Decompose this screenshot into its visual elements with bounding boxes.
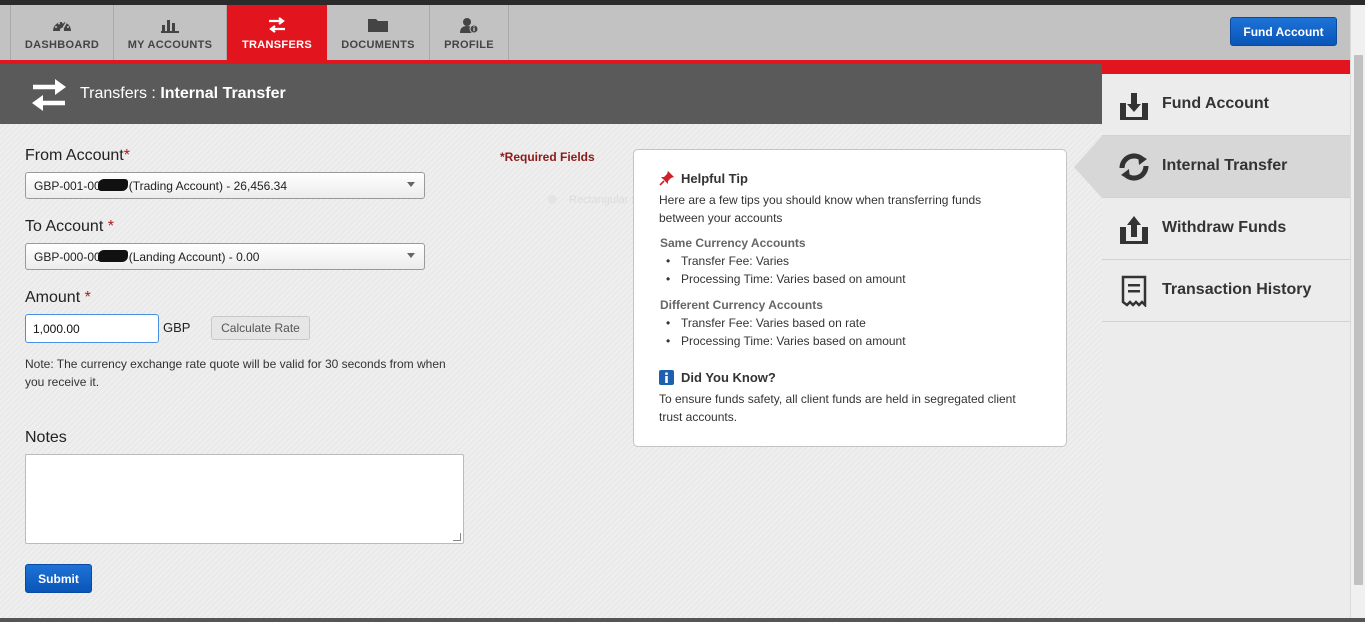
receipt-history-icon	[1121, 275, 1147, 307]
transfer-arrows-icon	[32, 79, 66, 111]
from-account-label-text: From Account	[25, 147, 124, 164]
internal-transfer-icon	[1119, 153, 1149, 181]
fund-account-button[interactable]: Fund Account	[1230, 17, 1337, 46]
user-info-icon	[460, 18, 479, 33]
scrollbar-thumb[interactable]	[1354, 55, 1363, 585]
top-navigation: DASHBOARD MY ACCOUNTS TRANSFERS DOCUMENT…	[0, 5, 1350, 66]
folder-icon	[368, 19, 388, 32]
tab-dashboard[interactable]: DASHBOARD	[10, 5, 114, 60]
calculate-rate-button[interactable]: Calculate Rate	[211, 316, 310, 340]
sidebar-item-label: Withdraw Funds	[1162, 219, 1287, 236]
breadcrumb-separator: :	[146, 85, 161, 102]
pushpin-icon	[659, 171, 674, 186]
from-account-prefix: GBP-001-00	[34, 179, 101, 193]
bottom-border	[0, 618, 1365, 622]
tab-documents[interactable]: DOCUMENTS	[327, 5, 430, 60]
tab-my-accounts[interactable]: MY ACCOUNTS	[114, 5, 227, 60]
transfer-arrows-icon	[269, 17, 285, 33]
tab-documents-label: DOCUMENTS	[341, 39, 415, 51]
from-account-select[interactable]: GBP-001-00 (Trading Account) - 26,456.34	[25, 172, 425, 199]
list-item: Transfer Fee: Varies based on rate	[666, 316, 866, 330]
did-you-know-text: To ensure funds safety, all client funds…	[659, 392, 1016, 424]
to-account-label-text: To Account	[25, 218, 108, 235]
page-title: Transfers : Internal Transfer	[80, 85, 286, 103]
radio-dot-icon	[548, 195, 557, 204]
sidebar-accent-bar	[1102, 64, 1350, 74]
notes-label: Notes	[25, 429, 67, 446]
tip-intro: Here are a few tips you should know when…	[659, 193, 982, 225]
currency-label: GBP	[163, 320, 191, 335]
different-currency-heading: Different Currency Accounts	[660, 298, 823, 312]
to-account-label: To Account *	[25, 218, 114, 236]
list-item: Processing Time: Varies based on amount	[666, 334, 906, 348]
dashboard-gauge-icon	[53, 21, 71, 32]
tab-dashboard-label: DASHBOARD	[24, 39, 100, 51]
amount-label: Amount *	[25, 289, 91, 307]
list-item: Transfer Fee: Varies	[666, 254, 789, 268]
from-account-suffix: (Trading Account) - 26,456.34	[128, 179, 288, 193]
required-marker: *	[123, 147, 130, 164]
resize-handle[interactable]	[453, 533, 461, 541]
required-marker: *	[84, 289, 91, 306]
sidebar-item-label: Fund Account	[1162, 95, 1269, 112]
bar-chart-icon	[161, 20, 179, 33]
tab-transfers[interactable]: TRANSFERS	[227, 5, 327, 66]
to-account-prefix: GBP-000-00	[34, 250, 101, 264]
fund-download-icon	[1120, 93, 1148, 120]
redaction-mark	[97, 250, 128, 262]
required-marker: *	[107, 218, 114, 235]
chevron-down-icon	[407, 182, 415, 187]
info-icon	[659, 370, 674, 385]
chevron-down-icon	[407, 253, 415, 258]
redaction-mark	[97, 179, 128, 191]
same-currency-heading: Same Currency Accounts	[660, 236, 806, 250]
required-fields-note: *Required Fields	[500, 150, 595, 164]
helpful-tip-panel: Helpful Tip Here are a few tips you shou…	[633, 149, 1067, 447]
tab-profile[interactable]: PROFILE	[430, 5, 509, 60]
withdraw-upload-icon	[1120, 216, 1148, 244]
funding-sidebar: Fund Account Internal Transfer Withdraw …	[1074, 64, 1350, 618]
amount-input[interactable]: 1,000.00	[25, 314, 159, 343]
sidebar-item-transaction-history[interactable]: Transaction History	[1102, 260, 1350, 322]
tip-title: Helpful Tip	[681, 171, 748, 186]
tab-transfers-label: TRANSFERS	[242, 39, 312, 51]
notes-textarea[interactable]	[25, 454, 464, 544]
tab-profile-label: PROFILE	[444, 39, 494, 51]
amount-label-text: Amount	[25, 289, 85, 306]
sidebar-item-withdraw-funds[interactable]: Withdraw Funds	[1102, 198, 1350, 260]
breadcrumb-section: Transfers	[80, 85, 147, 102]
sidebar-item-fund-account[interactable]: Fund Account	[1102, 74, 1350, 136]
submit-button[interactable]: Submit	[25, 564, 92, 593]
tab-my-accounts-label: MY ACCOUNTS	[127, 39, 213, 51]
sidebar-item-label: Internal Transfer	[1162, 157, 1288, 174]
page-header: Transfers : Internal Transfer	[0, 64, 1102, 124]
list-item: Processing Time: Varies based on amount	[666, 272, 906, 286]
page-scrollbar[interactable]	[1350, 5, 1365, 618]
from-account-label: From Account*	[25, 147, 130, 165]
exchange-rate-note: Note: The currency exchange rate quote w…	[25, 357, 446, 389]
sidebar-item-internal-transfer[interactable]: Internal Transfer	[1074, 136, 1350, 198]
did-you-know-title: Did You Know?	[681, 370, 776, 385]
sidebar-item-label: Transaction History	[1162, 281, 1312, 298]
to-account-suffix: (Landing Account) - 0.00	[128, 250, 260, 264]
breadcrumb-current: Internal Transfer	[160, 85, 286, 102]
to-account-select[interactable]: GBP-000-00 (Landing Account) - 0.00	[25, 243, 425, 270]
